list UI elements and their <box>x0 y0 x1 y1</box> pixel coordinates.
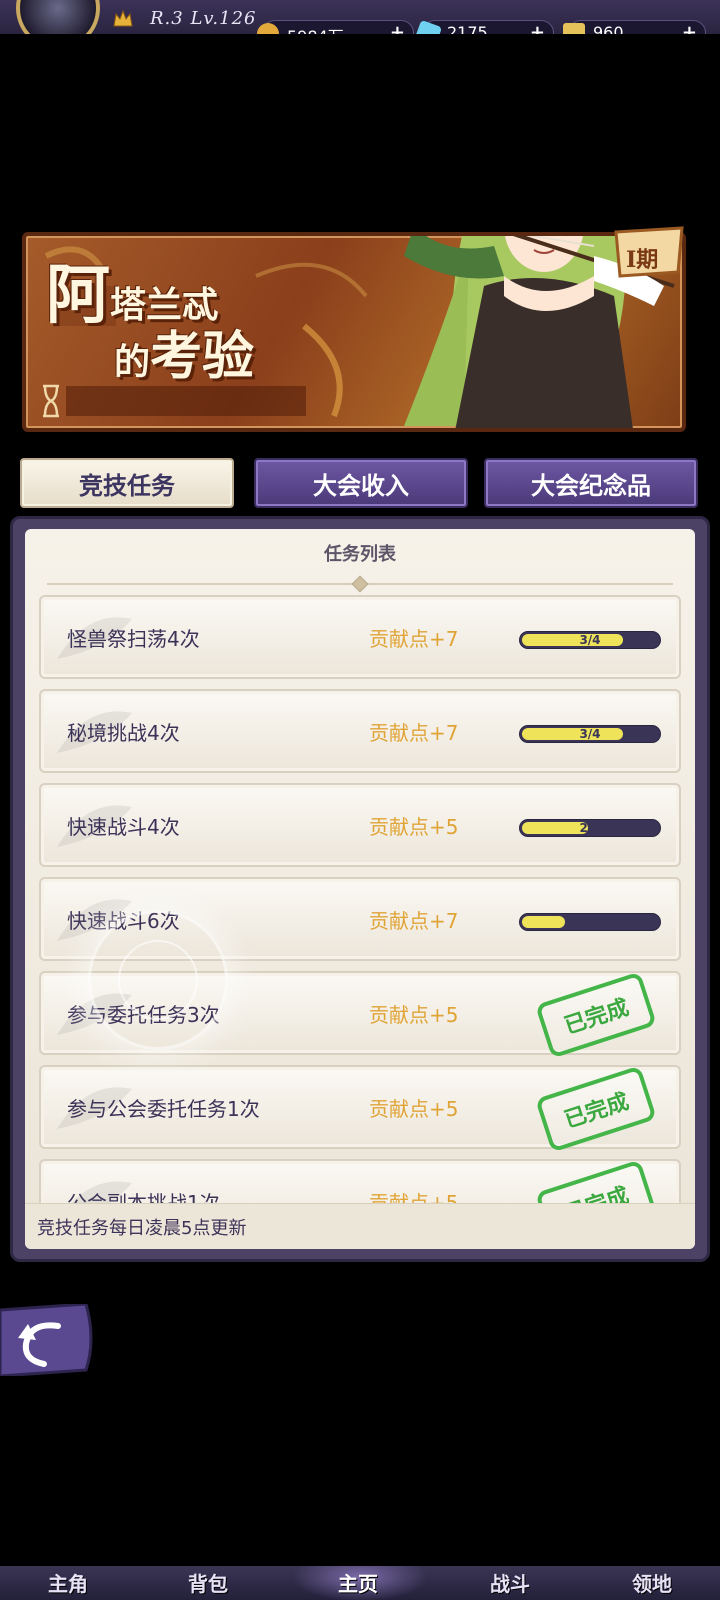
task-list[interactable]: 怪兽祭扫荡4次 贡献点+7 3/4 秘境挑战4次 贡献点+7 3/4 快速战斗4… <box>39 595 681 1203</box>
progress-text: 2/6 <box>579 915 601 929</box>
touch-glow-ring <box>118 940 198 1020</box>
gold-resource[interactable]: 5984万 + <box>257 20 414 34</box>
ticket-value: 960 <box>593 23 624 34</box>
player-avatar[interactable] <box>16 0 100 34</box>
top-status-bar: R.3 Lv.126 5984万 + 2175 + 960 + <box>0 0 720 34</box>
nav-battle[interactable]: 战斗 <box>450 1568 570 1597</box>
progress-text: 3/4 <box>579 633 601 647</box>
diamond-icon <box>413 19 443 34</box>
bottom-navigation: 主角 背包 主页 战斗 领地 <box>0 1566 720 1600</box>
ticket-resource[interactable]: 960 + <box>563 20 706 34</box>
title-trial: 考验 <box>150 326 255 387</box>
add-diamond-button[interactable]: + <box>530 22 545 34</box>
task-reward: 贡献点+5 <box>369 1003 459 1027</box>
title-char-big: 阿 <box>46 258 110 333</box>
gold-coin-icon <box>257 23 279 34</box>
task-row: 快速战斗4次 贡献点+5 2/4 <box>39 783 681 867</box>
event-timer-bar <box>66 386 306 416</box>
task-progress-bar: 3/4 <box>519 725 661 743</box>
task-row: 秘境挑战4次 贡献点+7 3/4 <box>39 689 681 773</box>
tab-label: 大会纪念品 <box>531 470 651 500</box>
gold-value: 5984万 <box>287 23 344 34</box>
game-screen: R.3 Lv.126 5984万 + 2175 + 960 + 阿塔兰忒 的考验 <box>0 0 720 1600</box>
task-name: 快速战斗4次 <box>67 815 180 839</box>
task-progress-bar: 2/4 <box>519 819 661 837</box>
diamond-value: 2175 <box>447 23 488 34</box>
refresh-note: 竞技任务每日凌晨5点更新 <box>25 1203 695 1249</box>
task-list-title: 任务列表 <box>324 544 396 565</box>
task-reward: 贡献点+5 <box>369 1097 459 1121</box>
task-reward: 贡献点+5 <box>369 815 459 839</box>
event-banner: 阿塔兰忒 的考验 <box>22 232 686 432</box>
task-name: 怪兽祭扫荡4次 <box>67 627 200 651</box>
task-row: 怪兽祭扫荡4次 贡献点+7 3/4 <box>39 595 681 679</box>
diamond-resource[interactable]: 2175 + <box>413 19 554 34</box>
completed-stamp: 已完成 <box>535 971 657 1059</box>
nav-territory[interactable]: 领地 <box>592 1568 712 1597</box>
nav-hero[interactable]: 主角 <box>8 1568 128 1597</box>
progress-text: 3/4 <box>579 727 601 741</box>
completed-stamp: 已完成 <box>535 1065 657 1153</box>
task-progress-bar: 2/6 <box>519 913 661 931</box>
task-row: 公会副本挑战1次 贡献点+5 已完成 <box>39 1159 681 1203</box>
hourglass-icon <box>43 384 59 418</box>
player-level: R.3 Lv.126 <box>150 8 257 29</box>
tab-tournament-souvenir[interactable]: 大会纪念品 <box>484 458 698 508</box>
tab-label: 大会收入 <box>313 470 409 500</box>
progress-text: 2/4 <box>579 821 601 835</box>
task-name: 公会副本挑战1次 <box>67 1191 220 1203</box>
task-panel: 任务列表 怪兽祭扫荡4次 贡献点+7 3/4 秘境挑战4次 贡献点+7 3/4 … <box>10 516 710 1262</box>
task-reward: 贡献点+7 <box>369 909 459 933</box>
tab-label: 竞技任务 <box>79 470 175 500</box>
ticket-icon <box>563 23 585 34</box>
task-name: 秘境挑战4次 <box>67 721 180 745</box>
title-particle: 的 <box>114 341 151 383</box>
crown-icon <box>113 9 133 27</box>
add-ticket-button[interactable]: + <box>682 22 697 34</box>
add-gold-button[interactable]: + <box>390 22 405 34</box>
task-reward: 贡献点+5 <box>369 1191 459 1203</box>
nav-home[interactable]: 主页 <box>298 1568 418 1597</box>
tab-tournament-income[interactable]: 大会收入 <box>254 458 468 508</box>
task-panel-inner: 任务列表 怪兽祭扫荡4次 贡献点+7 3/4 秘境挑战4次 贡献点+7 3/4 … <box>25 529 695 1249</box>
task-row: 参与公会委托任务1次 贡献点+5 已完成 <box>39 1065 681 1153</box>
completed-stamp: 已完成 <box>535 1159 657 1203</box>
divider-ornament <box>351 575 369 593</box>
period-label: I期 <box>626 247 659 273</box>
task-progress-bar: 3/4 <box>519 631 661 649</box>
back-button[interactable] <box>0 1304 96 1376</box>
nav-bag[interactable]: 背包 <box>148 1568 268 1597</box>
banner-title-line2: 的考验 <box>114 314 254 389</box>
task-reward: 贡献点+7 <box>369 627 459 651</box>
task-name: 参与公会委托任务1次 <box>67 1097 260 1121</box>
task-reward: 贡献点+7 <box>369 721 459 745</box>
tab-arena-tasks[interactable]: 竞技任务 <box>20 458 234 508</box>
